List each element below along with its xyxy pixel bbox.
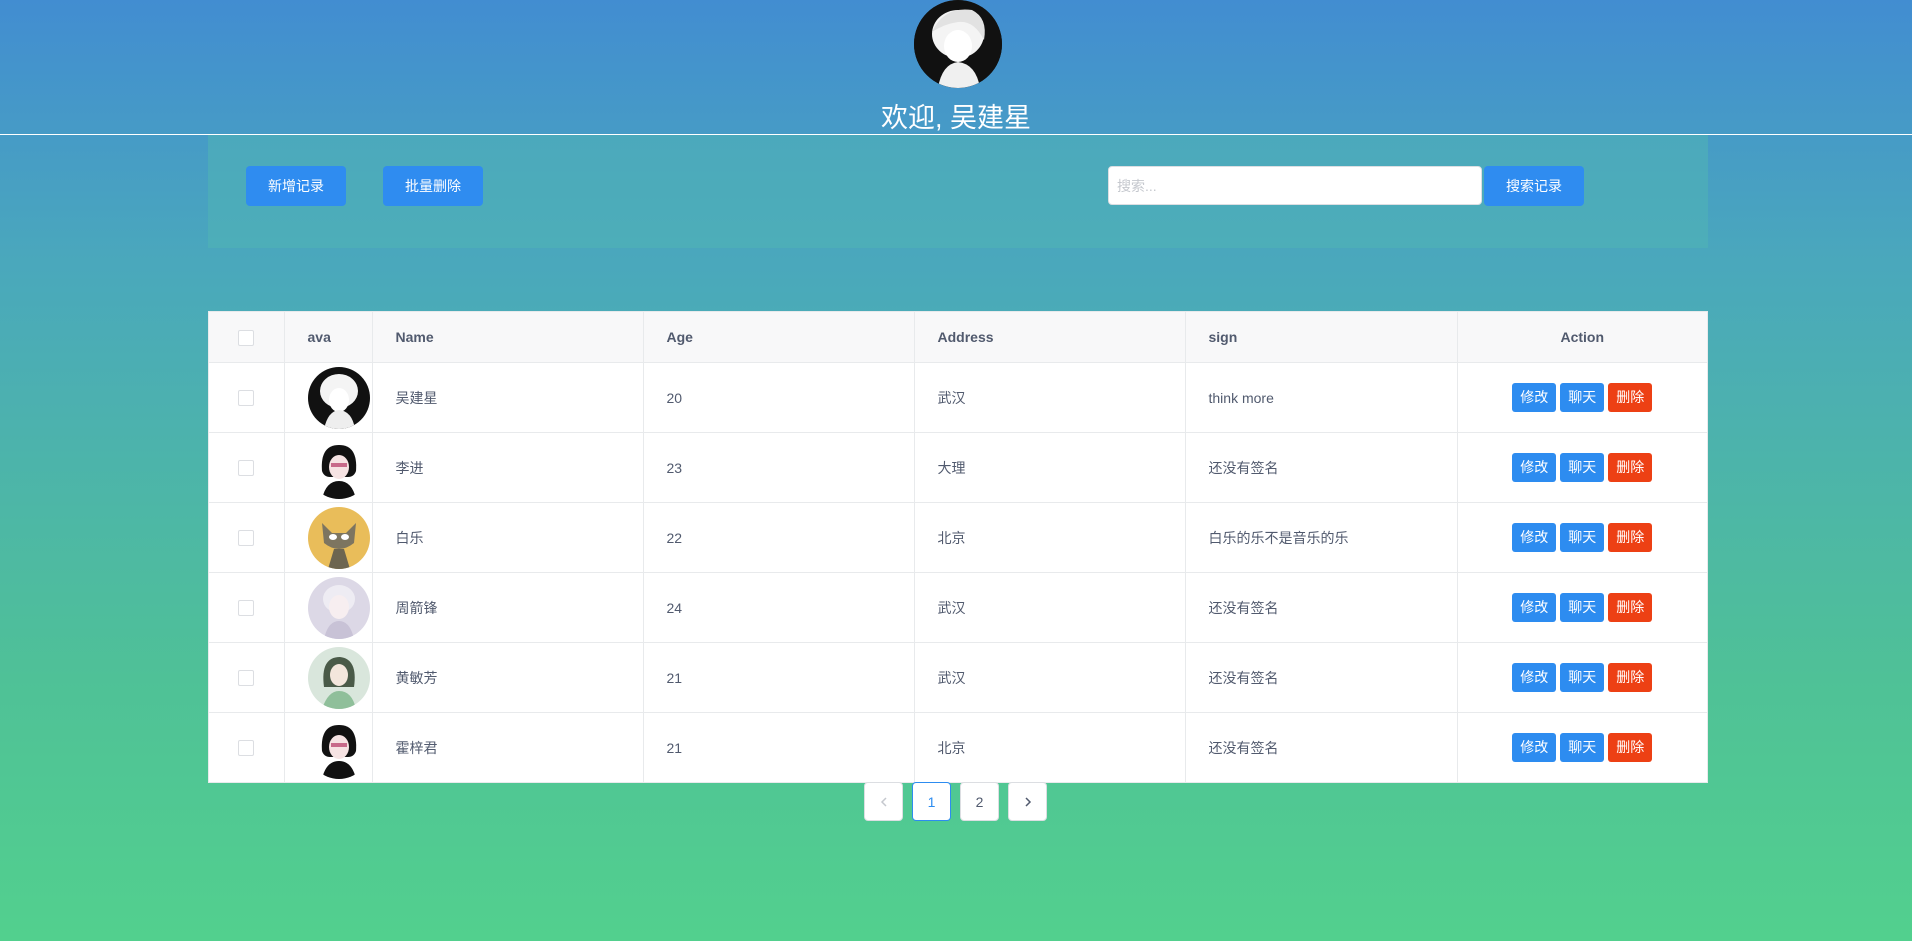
row-checkbox[interactable] xyxy=(238,600,255,617)
chat-button[interactable]: 聊天 xyxy=(1560,523,1605,552)
edit-button[interactable]: 修改 xyxy=(1512,383,1557,412)
row-checkbox[interactable] xyxy=(238,670,255,687)
black-hair-girl-avatar xyxy=(307,436,370,499)
row-age: 21 xyxy=(643,642,915,713)
row-name: 霍梓君 xyxy=(372,712,644,782)
delete-button[interactable]: 删除 xyxy=(1608,733,1653,762)
row-name: 吴建星 xyxy=(372,362,644,433)
table-row: 白乐 22 北京 白乐的乐不是音乐的乐 修改 聊天 删除 xyxy=(209,502,1707,573)
column-header-ava: ava xyxy=(284,312,373,363)
row-address: 北京 xyxy=(914,502,1186,573)
user-avatar xyxy=(914,0,1002,88)
page-1-button[interactable]: 1 xyxy=(912,782,951,821)
column-header-sign: sign xyxy=(1185,312,1458,363)
row-name: 黄敏芳 xyxy=(372,642,644,713)
row-address: 武汉 xyxy=(914,572,1186,643)
delete-button[interactable]: 删除 xyxy=(1608,383,1653,412)
chevron-right-icon[interactable] xyxy=(1008,782,1047,821)
row-sign: 还没有签名 xyxy=(1185,642,1458,713)
row-age: 23 xyxy=(643,432,915,503)
select-all-cell xyxy=(209,312,285,363)
search-input[interactable] xyxy=(1108,166,1482,205)
batch-delete-button[interactable]: 批量删除 xyxy=(383,166,483,206)
row-sign: 白乐的乐不是音乐的乐 xyxy=(1185,502,1458,573)
table-header-row: ava Name Age Address sign Action xyxy=(209,312,1707,363)
search-button[interactable]: 搜索记录 xyxy=(1484,166,1584,206)
row-address: 北京 xyxy=(914,712,1186,782)
delete-button[interactable]: 删除 xyxy=(1608,663,1653,692)
chat-button[interactable]: 聊天 xyxy=(1560,663,1605,692)
table-row: 吴建星 20 武汉 think more 修改 聊天 删除 xyxy=(209,362,1707,433)
pale-anime-avatar xyxy=(307,576,370,639)
row-address: 武汉 xyxy=(914,642,1186,713)
toolbar: 新增记录 批量删除 搜索记录 xyxy=(208,135,1708,248)
row-actions: 修改 聊天 删除 xyxy=(1457,572,1707,643)
row-sign: 还没有签名 xyxy=(1185,432,1458,503)
row-address: 大理 xyxy=(914,432,1186,503)
edit-button[interactable]: 修改 xyxy=(1512,663,1557,692)
select-all-checkbox[interactable] xyxy=(238,329,255,346)
column-header-action: Action xyxy=(1457,312,1707,363)
row-name: 李进 xyxy=(372,432,644,503)
row-actions: 修改 聊天 删除 xyxy=(1457,502,1707,573)
black-hair-girl-avatar xyxy=(307,716,370,779)
row-address: 武汉 xyxy=(914,362,1186,433)
delete-button[interactable]: 删除 xyxy=(1608,523,1653,552)
add-record-button[interactable]: 新增记录 xyxy=(246,166,346,206)
row-checkbox[interactable] xyxy=(238,460,255,477)
page-2-button[interactable]: 2 xyxy=(960,782,999,821)
edit-button[interactable]: 修改 xyxy=(1512,733,1557,762)
row-age: 22 xyxy=(643,502,915,573)
chat-button[interactable]: 聊天 xyxy=(1560,383,1605,412)
edit-button[interactable]: 修改 xyxy=(1512,593,1557,622)
records-table: ava Name Age Address sign Action 吴建星 20 … xyxy=(208,311,1708,783)
pagination: 1 2 xyxy=(864,782,1047,822)
white-hair-sketch-avatar xyxy=(307,366,370,429)
row-sign: 还没有签名 xyxy=(1185,712,1458,782)
column-header-age: Age xyxy=(643,312,915,363)
delete-button[interactable]: 删除 xyxy=(1608,593,1653,622)
chat-button[interactable]: 聊天 xyxy=(1560,593,1605,622)
row-actions: 修改 聊天 删除 xyxy=(1457,362,1707,433)
row-sign: 还没有签名 xyxy=(1185,572,1458,643)
anime-girl-avatar xyxy=(307,646,370,709)
cartoon-cat-avatar xyxy=(307,506,370,569)
column-header-address: Address xyxy=(914,312,1186,363)
row-checkbox[interactable] xyxy=(238,740,255,757)
edit-button[interactable]: 修改 xyxy=(1512,523,1557,552)
row-sign: think more xyxy=(1185,362,1458,433)
row-age: 24 xyxy=(643,572,915,643)
row-checkbox[interactable] xyxy=(238,530,255,547)
row-age: 21 xyxy=(643,712,915,782)
edit-button[interactable]: 修改 xyxy=(1512,453,1557,482)
chat-button[interactable]: 聊天 xyxy=(1560,733,1605,762)
row-name: 周箭锋 xyxy=(372,572,644,643)
chevron-left-icon[interactable] xyxy=(864,782,903,821)
column-header-name: Name xyxy=(372,312,644,363)
chat-button[interactable]: 聊天 xyxy=(1560,453,1605,482)
table-row: 周箭锋 24 武汉 还没有签名 修改 聊天 删除 xyxy=(209,572,1707,643)
table-row: 霍梓君 21 北京 还没有签名 修改 聊天 删除 xyxy=(209,712,1707,783)
row-name: 白乐 xyxy=(372,502,644,573)
row-actions: 修改 聊天 删除 xyxy=(1457,713,1707,783)
row-checkbox[interactable] xyxy=(238,390,255,407)
delete-button[interactable]: 删除 xyxy=(1608,453,1653,482)
table-row: 黄敏芳 21 武汉 还没有签名 修改 聊天 删除 xyxy=(209,642,1707,713)
table-row: 李进 23 大理 还没有签名 修改 聊天 删除 xyxy=(209,432,1707,503)
row-actions: 修改 聊天 删除 xyxy=(1457,642,1707,713)
welcome-title: 欢迎, 吴建星 xyxy=(880,103,1031,133)
row-actions: 修改 聊天 删除 xyxy=(1457,432,1707,503)
row-age: 20 xyxy=(643,362,915,433)
page-header: 欢迎, 吴建星 xyxy=(0,0,1912,135)
